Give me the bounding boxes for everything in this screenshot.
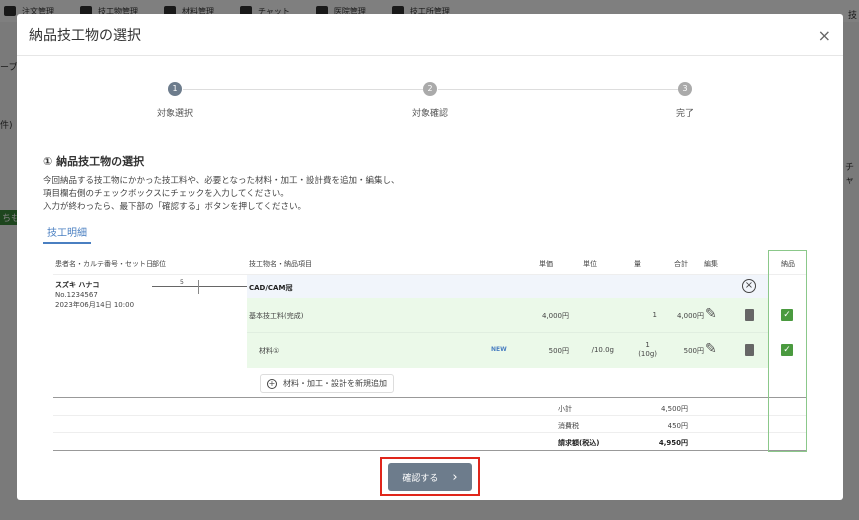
section-title: ① 納品技工物の選択	[43, 155, 145, 168]
new-badge: NEW	[491, 346, 507, 353]
edit-icon[interactable]: ✎	[705, 306, 717, 322]
summary-row: 小計 4,500円	[53, 399, 807, 416]
summary-row: 請求額(税込) 4,950円	[53, 433, 807, 451]
add-item-button[interactable]: + 材料・加工・設計を新規追加	[260, 374, 394, 393]
trash-icon[interactable]	[745, 309, 754, 321]
qty: 1 (10g)	[638, 341, 657, 358]
step-connector	[183, 89, 423, 90]
close-icon[interactable]: ×	[818, 26, 831, 45]
divider	[53, 397, 807, 398]
deliver-checkbox[interactable]: ✓	[781, 344, 793, 356]
plus-circle-icon: +	[267, 378, 277, 389]
deliver-column: ✓ ✓	[768, 250, 807, 452]
summary-row: 消費税 450円	[53, 416, 807, 433]
confirm-button[interactable]: 確認する ›	[388, 463, 472, 491]
chevron-right-icon: ›	[452, 469, 458, 485]
table-row: 材料① NEW 500円 /10.0g 1 (10g) 500円 ✎	[247, 333, 768, 368]
step-1: 1 対象選択	[156, 82, 193, 119]
tab-details[interactable]: 技工明細	[43, 224, 91, 244]
product-row: CAD/CAM冠 ×	[247, 275, 768, 298]
step-2: 2 対象確認	[411, 82, 448, 119]
modal-title: 納品技工物の選択	[29, 27, 141, 44]
tooth-chart	[152, 286, 247, 287]
patient-info: スズキ ハナコ No.1234567 2023年06月14日 10:00	[55, 281, 135, 309]
tooth-divider	[198, 280, 199, 294]
tooth-number: 5	[180, 279, 184, 286]
trash-icon[interactable]	[745, 344, 754, 356]
confirm-highlight: 確認する ›	[380, 457, 480, 496]
instructions: 今回納品する技工物にかかった技工料や、必要となった材料・加工・設計費を追加・編集…	[43, 176, 400, 212]
deliver-checkbox[interactable]: ✓	[781, 309, 793, 321]
table-header: 患者名・カルテ番号・セット日 部位 技工物名・納品項目 単価 単位 量 合計 編…	[53, 250, 807, 275]
step-connector	[438, 89, 678, 90]
remove-product-icon[interactable]: ×	[742, 279, 756, 293]
step-3: 3 完了	[675, 82, 694, 119]
edit-icon[interactable]: ✎	[705, 341, 717, 357]
select-products-modal: 納品技工物の選択 × 1 対象選択 2 対象確認 3 完了 ① 納品技工物の選択 今回…	[17, 14, 843, 500]
table-row: 基本技工料(完成) 4,000円 1 4,000円 ✎	[247, 298, 768, 333]
